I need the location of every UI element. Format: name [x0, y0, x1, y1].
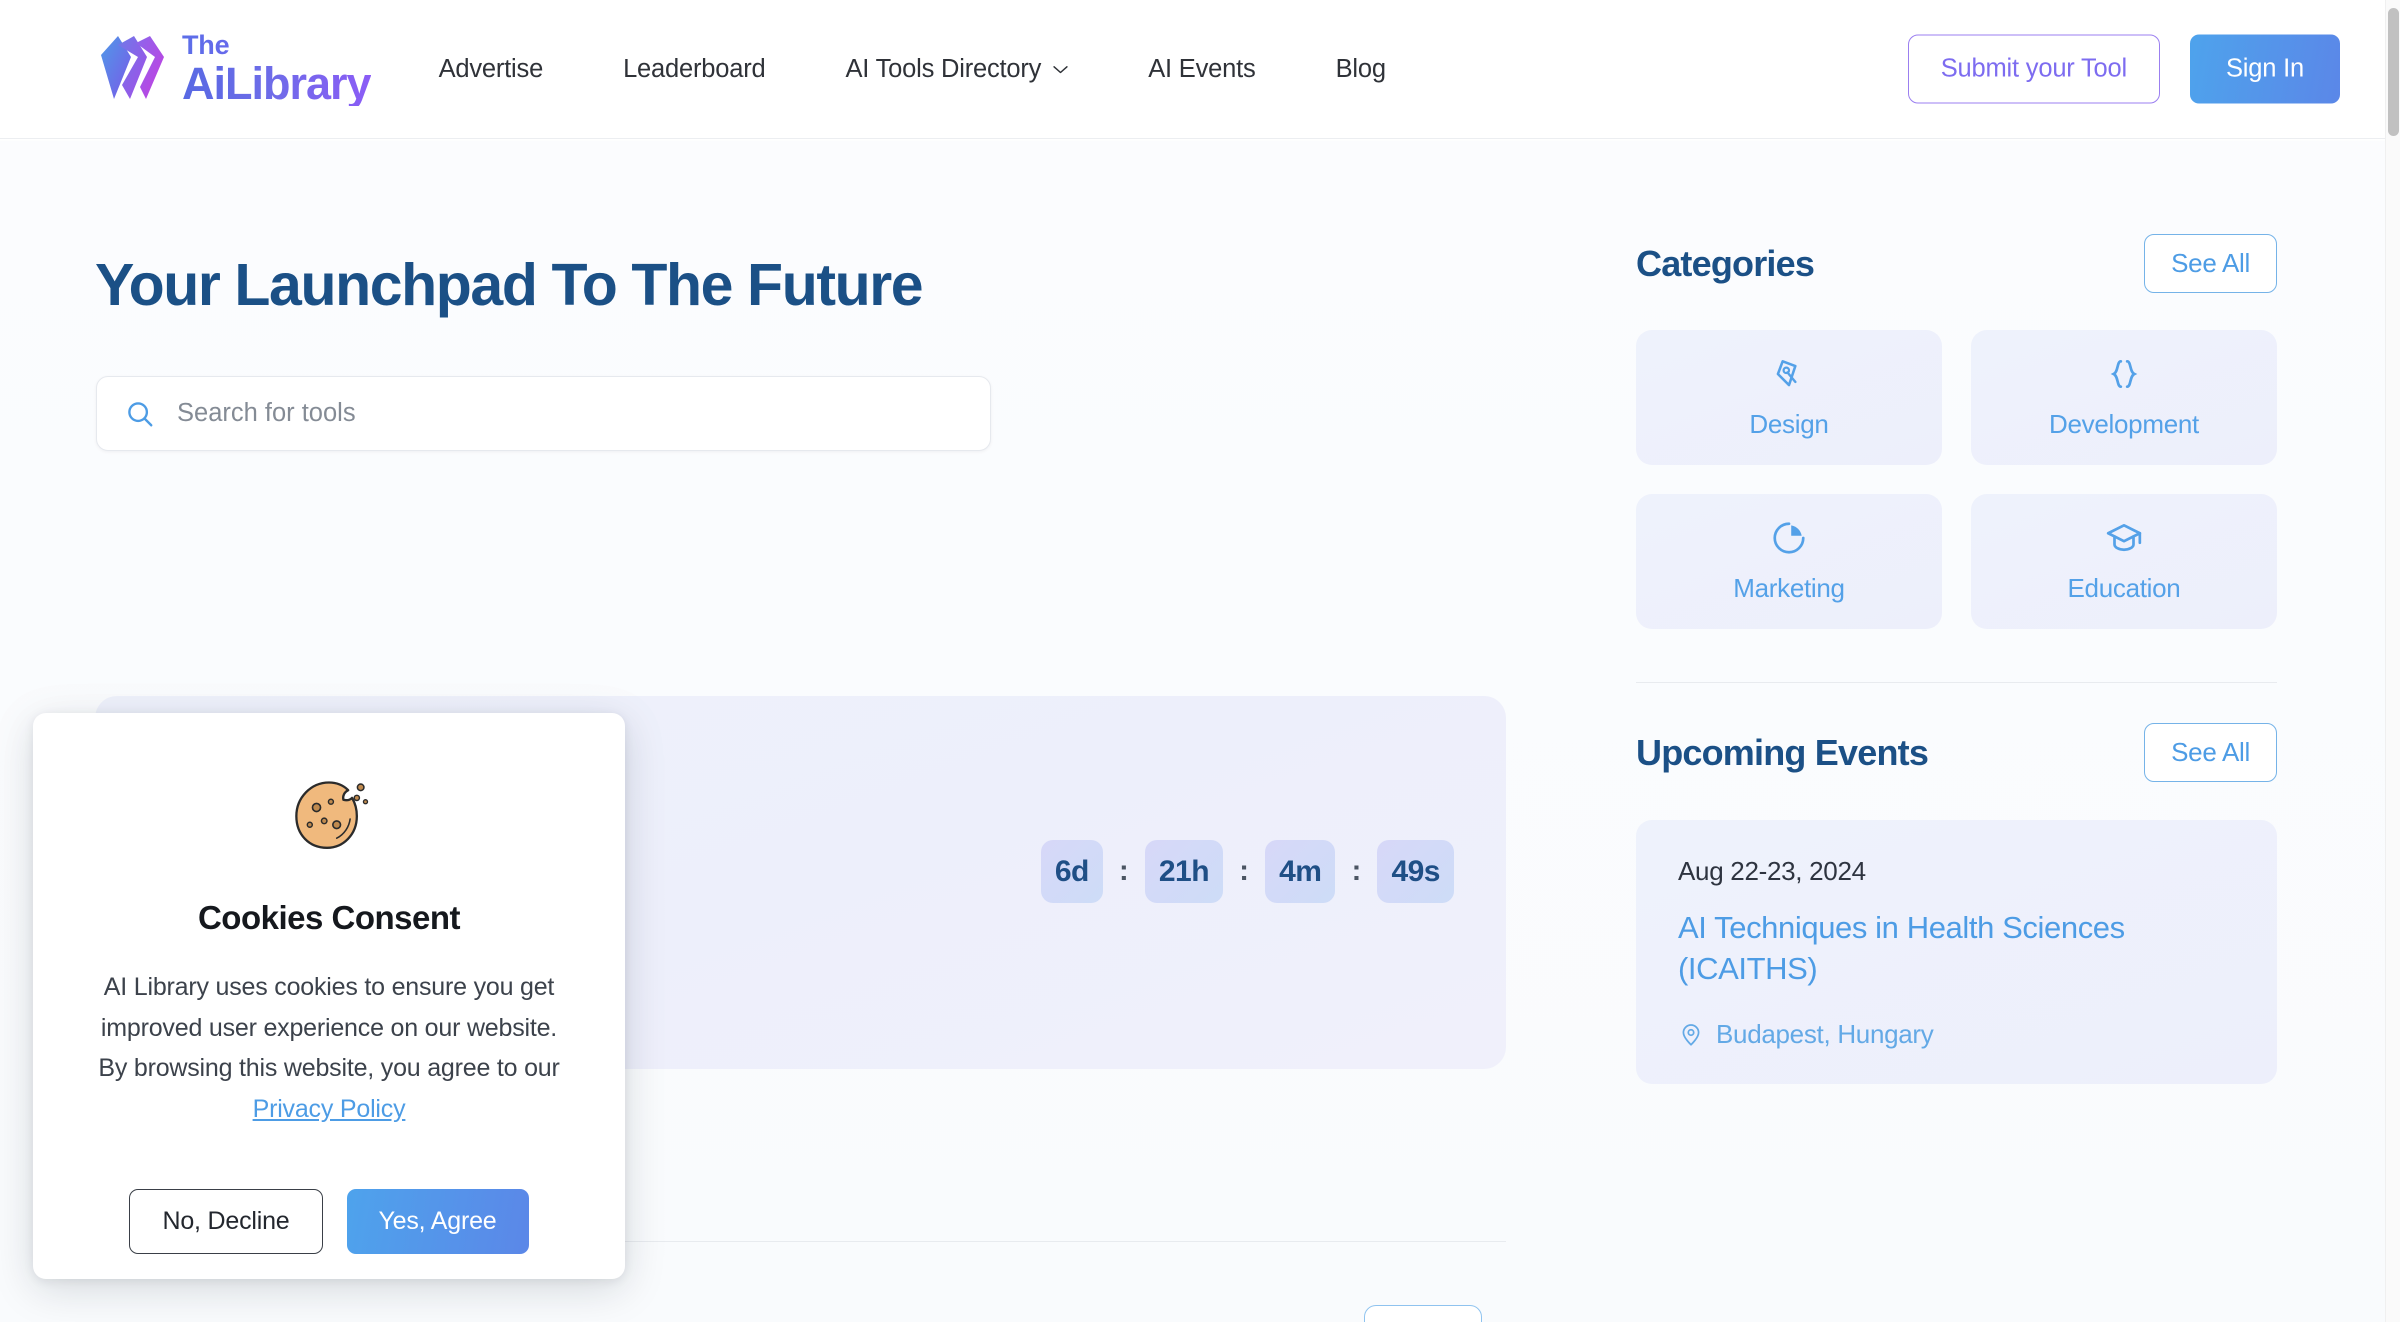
countdown-minutes: 4m — [1265, 840, 1336, 903]
dialog-body: AI Library uses cookies to ensure you ge… — [85, 967, 573, 1129]
events-see-all-button[interactable]: See All — [2144, 723, 2277, 782]
nav-item-leaderboard[interactable]: Leaderboard — [623, 45, 766, 94]
search-bar[interactable] — [96, 376, 991, 451]
sign-in-button[interactable]: Sign In — [2190, 34, 2340, 104]
dialog-body-text: AI Library uses cookies to ensure you ge… — [98, 973, 560, 1082]
graduation-cap-icon — [2106, 523, 2142, 552]
events-header: Upcoming Events See All — [1636, 723, 2277, 782]
category-card-development[interactable]: Development — [1971, 330, 2277, 465]
category-label: Development — [2049, 409, 2199, 439]
categories-title: Categories — [1636, 242, 1815, 284]
nav-label: Leaderboard — [623, 54, 766, 83]
vote-button[interactable]: 46 vote — [1364, 1305, 1482, 1322]
header-actions: Submit your Tool Sign In — [1907, 34, 2340, 104]
countdown-separator: : — [1239, 855, 1249, 887]
category-label: Design — [1749, 409, 1829, 439]
category-card-design[interactable]: Design — [1636, 330, 1942, 465]
search-icon — [128, 401, 153, 426]
dialog-actions: No, Decline Yes, Agree — [129, 1189, 529, 1254]
event-date: Aug 22-23, 2024 — [1678, 856, 1866, 886]
sidebar: Categories See All Design Development Ma… — [1636, 139, 2336, 1085]
nav-label: AI Events — [1148, 54, 1256, 83]
category-card-education[interactable]: Education — [1971, 494, 2277, 629]
logo-line-name: AiLibrary — [182, 58, 372, 109]
countdown-days: 6d — [1040, 840, 1103, 903]
privacy-policy-link[interactable]: Privacy Policy — [253, 1095, 406, 1123]
sidebar-divider — [1636, 682, 2277, 683]
cookie-icon — [295, 781, 369, 849]
stacked-chevrons-logo-icon — [101, 36, 164, 99]
page-title: Your Launchpad To The Future — [95, 252, 924, 318]
nav-label: AI Tools Directory — [845, 54, 1042, 83]
event-location: Budapest, Hungary — [1678, 1019, 2235, 1050]
countdown-seconds: 49s — [1377, 840, 1454, 903]
nav-label: Advertise — [438, 54, 544, 83]
nav-item-ai-tools-directory[interactable]: AI Tools Directory — [845, 45, 1068, 94]
nav-label: Blog — [1335, 54, 1386, 83]
countdown-separator: : — [1119, 855, 1129, 887]
location-pin-icon — [1682, 1024, 1700, 1046]
logo-line-the: The — [182, 32, 371, 59]
category-label: Marketing — [1733, 573, 1845, 603]
countdown-timer: 6d : 21h : 4m : 49s — [1040, 840, 1454, 903]
site-header: The AiLibrary Advertise Leaderboard AI T… — [0, 0, 2385, 139]
accept-cookies-button[interactable]: Yes, Agree — [346, 1189, 529, 1254]
chevron-down-icon — [1053, 65, 1068, 73]
categories-header: Categories See All — [1636, 234, 2277, 293]
countdown-separator: : — [1351, 855, 1362, 887]
pen-nib-icon — [1776, 360, 1797, 387]
page-root: The AiLibrary Advertise Leaderboard AI T… — [0, 0, 2400, 1322]
categories-see-all-button[interactable]: See All — [2144, 234, 2277, 293]
submit-tool-button[interactable]: Submit your Tool — [1907, 34, 2160, 104]
scrollbar-thumb[interactable] — [2388, 8, 2399, 136]
event-location-label: Budapest, Hungary — [1716, 1019, 1934, 1050]
nav-item-blog[interactable]: Blog — [1336, 45, 1386, 94]
pie-chart-icon — [1773, 522, 1805, 554]
dialog-title: Cookies Consent — [197, 899, 461, 936]
category-card-marketing[interactable]: Marketing — [1636, 494, 1942, 629]
tool-list-item[interactable]: AI Presentation Generator #Design #Prese… — [95, 1279, 1506, 1322]
curly-braces-icon — [2110, 359, 2138, 389]
countdown-hours: 21h — [1144, 840, 1224, 903]
nav-item-ai-events[interactable]: AI Events — [1148, 45, 1256, 94]
categories-grid: Design Development Marketing Education — [1636, 330, 2336, 629]
category-label: Education — [2067, 573, 2181, 603]
search-input[interactable] — [177, 399, 962, 428]
nav-item-advertise[interactable]: Advertise — [439, 45, 544, 94]
cookie-consent-dialog: Cookies Consent AI Library uses cookies … — [33, 713, 625, 1279]
event-name: AI Techniques in Health Sciences (ICAITH… — [1678, 910, 2125, 987]
page-scrollbar[interactable] — [2385, 0, 2400, 1322]
events-title: Upcoming Events — [1636, 731, 1929, 773]
event-card[interactable]: Aug 22-23, 2024 AI Techniques in Health … — [1636, 820, 2277, 1085]
site-logo[interactable]: The AiLibrary — [98, 32, 372, 109]
main-nav: Advertise Leaderboard AI Tools Directory… — [439, 45, 1386, 94]
decline-cookies-button[interactable]: No, Decline — [129, 1189, 323, 1254]
